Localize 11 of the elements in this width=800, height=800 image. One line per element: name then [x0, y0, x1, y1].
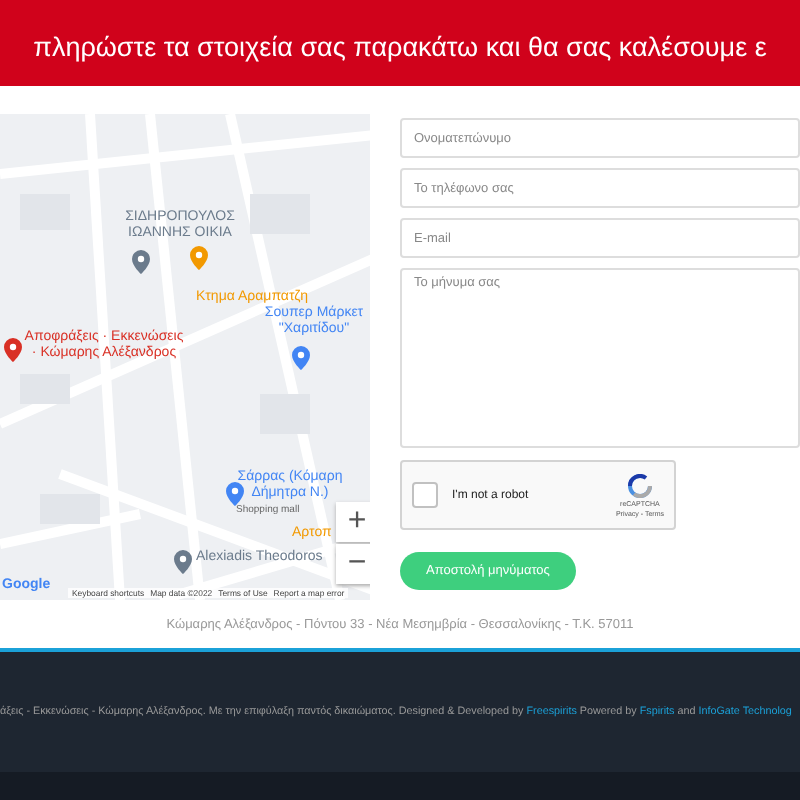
- captcha-checkbox[interactable]: [412, 482, 438, 508]
- map-pin-icon[interactable]: [292, 346, 310, 370]
- recaptcha-icon: [627, 473, 652, 497]
- map-pin-icon[interactable]: [226, 482, 244, 506]
- zoom-out-button[interactable]: −: [336, 544, 370, 584]
- banner-text: πληρώστε τα στοιχεία σας παρακάτω και θα σας καλέσουμε ε: [33, 32, 767, 62]
- map-pin-icon[interactable]: [174, 550, 192, 574]
- map-pin-icon[interactable]: [132, 250, 150, 274]
- zoom-in-button[interactable]: +: [336, 502, 370, 542]
- map-pin-icon[interactable]: [4, 338, 22, 362]
- map-pin-icon[interactable]: [190, 246, 208, 270]
